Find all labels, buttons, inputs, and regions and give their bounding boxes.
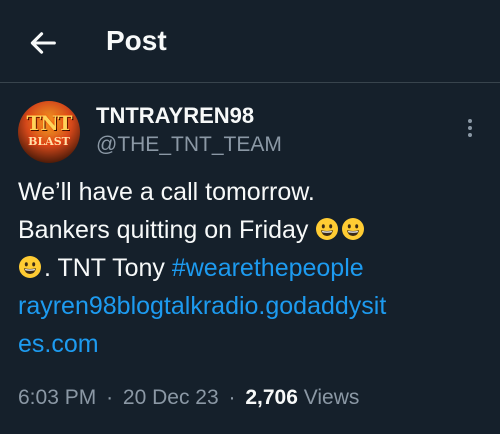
meta-separator: · [106, 386, 114, 409]
external-link[interactable]: rayren98blogtalkradio.godaddysit [18, 287, 488, 325]
grinning-face-emoji-icon [19, 256, 41, 278]
page-title: Post [106, 25, 167, 56]
tweet-text: We’ll have a call tomorrow. Bankers quit… [18, 173, 488, 363]
arrow-left-icon [30, 32, 56, 54]
tweet-line: We’ll have a call tomorrow. [18, 178, 315, 206]
header-divider [0, 82, 500, 83]
tweet-meta: 6:03 PM · 20 Dec 23 · 2,706 Views [18, 386, 359, 410]
tweet-text-segment: Bankers quitting on Friday [18, 216, 316, 244]
avatar[interactable]: TNT BLAST [18, 101, 80, 163]
grinning-face-emoji-icon [342, 218, 365, 240]
post-time[interactable]: 6:03 PM [18, 386, 96, 409]
tweet-line: . TNT Tony #wearethepeople [18, 249, 488, 287]
tweet-line: Bankers quitting on Friday [18, 211, 488, 249]
top-bar: Post [0, 0, 500, 82]
hashtag-link[interactable]: #wearethepeople [172, 254, 364, 282]
external-link-continued[interactable]: es.com [18, 325, 488, 363]
author-display-name[interactable]: TNTRAYREN98 [96, 103, 254, 129]
avatar-logo-text: TNT [26, 111, 72, 135]
more-options-button[interactable] [456, 114, 484, 142]
post-date[interactable]: 20 Dec 23 [123, 386, 219, 409]
views-label: Views [303, 386, 360, 409]
grinning-face-emoji-icon [316, 218, 339, 240]
meta-separator: · [228, 386, 236, 409]
avatar-logo-subtext: BLAST [28, 135, 70, 148]
more-vertical-icon [468, 119, 472, 137]
author-handle[interactable]: @THE_TNT_TEAM [96, 133, 282, 157]
back-button[interactable] [26, 26, 60, 60]
tweet-text-segment: . TNT Tony [44, 254, 172, 282]
views-count: 2,706 [245, 386, 298, 409]
